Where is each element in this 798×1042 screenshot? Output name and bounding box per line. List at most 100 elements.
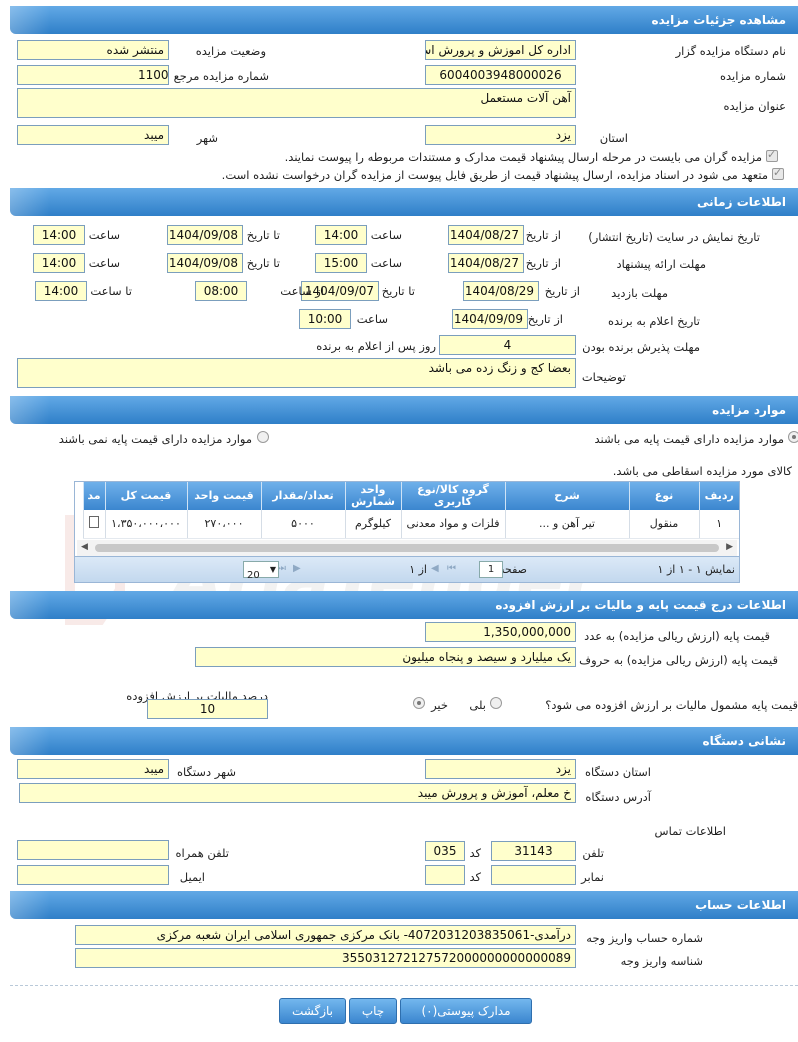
has-base-price-radio[interactable] — [788, 431, 798, 443]
back-button[interactable]: بازگشت — [279, 998, 346, 1024]
number-field: 6004003948000026 — [425, 65, 576, 85]
mobile-field — [17, 840, 169, 860]
table-header-row: ردیف نوع شرح گروه کالا/نوع کاربری واحد ش… — [82, 482, 739, 510]
table-row[interactable]: ۱ منقول تیر آهن و ... فلزات و مواد معدنی… — [82, 510, 739, 539]
number-label: شماره مزایده — [720, 69, 786, 83]
to-date-label: تا تاریخ — [381, 284, 415, 298]
section-header-time: اطلاعات زمانی — [10, 188, 798, 216]
pager-page-input[interactable]: 1 — [479, 561, 503, 578]
section-title: اطلاعات درج قیمت پایه و مالیات بر ارزش ا… — [495, 598, 786, 612]
offer-deadline-label: مهلت ارائه پیشنهاد — [616, 257, 706, 271]
col-header-group[interactable]: گروه کالا/نوع کاربری — [400, 482, 505, 510]
vat-yes-radio[interactable] — [490, 697, 502, 709]
page-size-value: 20 — [247, 570, 260, 581]
from-time-label: از ساعت — [280, 284, 324, 298]
org-field: اداره کل اموزش و پرورش اس — [425, 40, 576, 60]
email-label: ایمیل — [179, 870, 205, 884]
offer-from-time: 15:00 — [315, 253, 367, 273]
col-header-docs[interactable]: مد — [82, 482, 105, 510]
pager-info: نمایش ۱ - ۱ از ۱ — [657, 563, 735, 576]
accept-deadline-label: مهلت پذیرش برنده بودن — [582, 340, 700, 354]
attached-docs-button[interactable]: مدارک پیوستی(۰) — [400, 998, 532, 1024]
accept-days-field: 4 — [439, 335, 576, 355]
time-label: ساعت — [370, 256, 402, 270]
visit-from-time: 08:00 — [195, 281, 247, 301]
items-description: کالای مورد مزایده اسقاطی می باشد. — [612, 464, 792, 478]
page-size-select[interactable]: 20 ▼ — [243, 561, 279, 581]
city-field: میبد — [17, 125, 169, 145]
to-time-label: تا ساعت — [90, 284, 132, 298]
scroll-left-icon[interactable]: ◀ — [81, 542, 88, 552]
price-number-label: قیمت پایه (ارزش ریالی مزایده) به عدد — [584, 629, 770, 643]
docs-icon[interactable] — [89, 516, 99, 529]
city-label: شهر — [196, 131, 218, 145]
col-header-total[interactable]: قیمت کل — [104, 482, 187, 510]
horizontal-scrollbar[interactable]: ◀ ▶ — [77, 540, 737, 556]
col-header-qty[interactable]: تعداد/مقدار — [260, 482, 345, 510]
scroll-right-icon[interactable]: ▶ — [726, 542, 733, 552]
publish-date-label: تاریخ نمایش در سایت (تاریخ انتشار) — [588, 230, 760, 244]
from-date-label: از تاریخ — [525, 228, 561, 242]
fax-code-field — [425, 865, 465, 885]
section-title: مشاهده جزئیات مزایده — [651, 13, 786, 27]
from-date-label: از تاریخ — [544, 284, 580, 298]
notes-field: بعضا کج و زنگ زده می باشد — [17, 358, 576, 388]
has-base-price-text: موارد مزایده دارای قیمت پایه می باشند — [594, 432, 784, 446]
account-number-field: درآمدی-4072031203835061- بانک مرکزی جمهو… — [75, 925, 576, 945]
time-label: ساعت — [356, 312, 388, 326]
col-header-desc[interactable]: شرح — [504, 482, 629, 510]
mobile-label: تلفن همراه — [175, 846, 229, 860]
ref-label: شماره مزایده مرجع — [173, 69, 269, 83]
time-label: ساعت — [88, 228, 120, 242]
section-title: موارد مزایده — [712, 403, 786, 417]
divider — [10, 985, 798, 986]
visit-deadline-label: مهلت بازدید — [611, 286, 668, 300]
publish-from-date: 1404/08/27 — [448, 225, 524, 245]
col-header-type[interactable]: نوع — [628, 482, 699, 510]
publish-to-time: 14:00 — [33, 225, 85, 245]
col-header-row[interactable]: ردیف — [698, 482, 739, 510]
visit-to-time: 14:00 — [35, 281, 87, 301]
section-title: اطلاعات زمانی — [697, 195, 786, 209]
section-header-address: نشانی دستگاه — [10, 727, 798, 755]
pager-page-label: صفحه — [499, 563, 527, 576]
price-words-field: یک میلیارد و سیصد و پنجاه میلیون — [195, 647, 576, 667]
payment-id-field: 355031272127572000000000000089 — [75, 948, 576, 968]
accept-days-suffix: روز پس از اعلام به برنده — [316, 339, 436, 353]
prev-page-icon[interactable]: ◀ — [431, 563, 439, 574]
no-base-price-radio[interactable] — [257, 431, 269, 443]
no-file-price-text: متعهد می شود در اسناد مزایده، ارسال پیشن… — [221, 168, 768, 182]
first-page-icon[interactable]: ⏮ — [447, 563, 456, 574]
section-header-price: اطلاعات درج قیمت پایه و مالیات بر ارزش ا… — [10, 591, 798, 619]
cell-type: منقول — [628, 510, 699, 539]
grid-pager: نمایش ۱ - ۱ از ۱ صفحه 1 از ۱ ⏮ ◀ ▶ ⏭ 20 ▼ — [75, 556, 739, 582]
items-grid: ردیف نوع شرح گروه کالا/نوع کاربری واحد ش… — [74, 481, 740, 583]
fax-code-label: کد — [469, 870, 481, 884]
payment-id-label: شناسه واریز وجه — [620, 954, 703, 968]
phone-field: 31143 — [491, 841, 576, 861]
attach-docs-text: مزایده گران می بایست در مرحله ارسال پیشن… — [284, 150, 762, 164]
title-field: آهن آلات مستعمل — [17, 88, 576, 118]
scroll-thumb[interactable] — [95, 544, 719, 552]
price-words-label: قیمت پایه (ارزش ریالی مزایده) به حروف — [579, 653, 778, 667]
phone-label: تلفن — [582, 846, 604, 860]
cell-docs[interactable] — [82, 510, 105, 539]
fax-field — [491, 865, 576, 885]
contact-info-label: اطلاعات تماس — [654, 824, 726, 838]
cell-total: ۱،۳۵۰،۰۰۰،۰۰۰ — [104, 510, 187, 539]
vat-no-text: خیر — [431, 698, 448, 712]
ref-field: 1100 — [17, 65, 169, 85]
code-label: کد — [469, 846, 481, 860]
org-city-field: میبد — [17, 759, 169, 779]
section-title: اطلاعات حساب — [695, 898, 786, 912]
section-title: نشانی دستگاه — [702, 734, 786, 748]
print-button[interactable]: چاپ — [349, 998, 397, 1024]
cell-group: فلزات و مواد معدنی — [400, 510, 505, 539]
code-field: 035 — [425, 841, 465, 861]
email-field — [17, 865, 169, 885]
col-header-unit[interactable]: واحد شمارش — [344, 482, 401, 510]
announce-from-date: 1404/09/09 — [452, 309, 528, 329]
vat-no-radio[interactable] — [413, 697, 425, 709]
col-header-unit-price[interactable]: قیمت واحد — [186, 482, 261, 510]
next-page-icon[interactable]: ▶ — [293, 563, 301, 574]
